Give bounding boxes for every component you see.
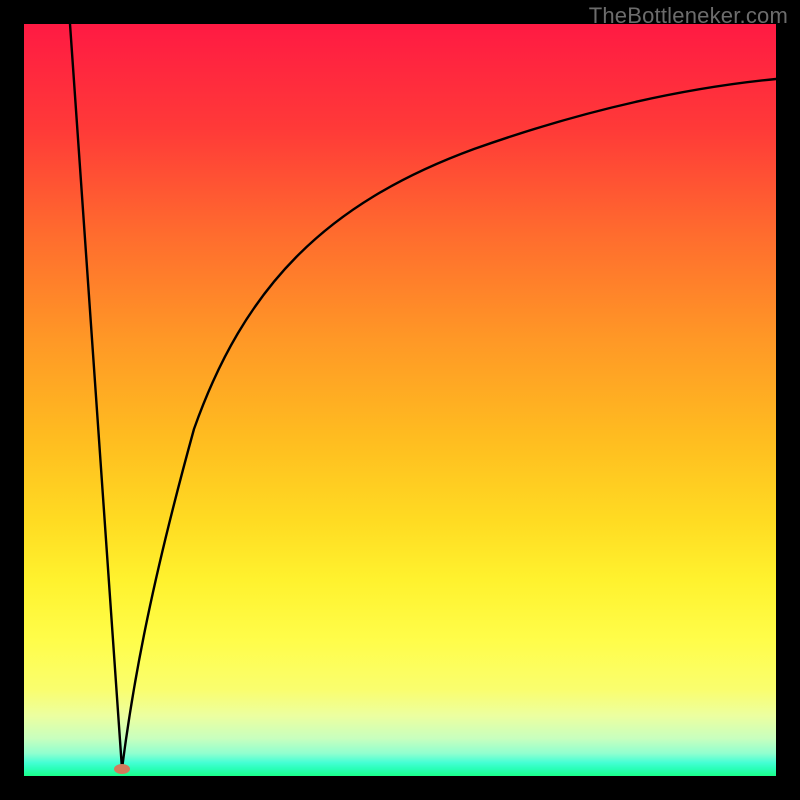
chart-frame	[0, 0, 800, 800]
watermark-text: TheBottleneker.com	[589, 3, 788, 29]
chart-container: TheBottleneker.com	[0, 0, 800, 800]
